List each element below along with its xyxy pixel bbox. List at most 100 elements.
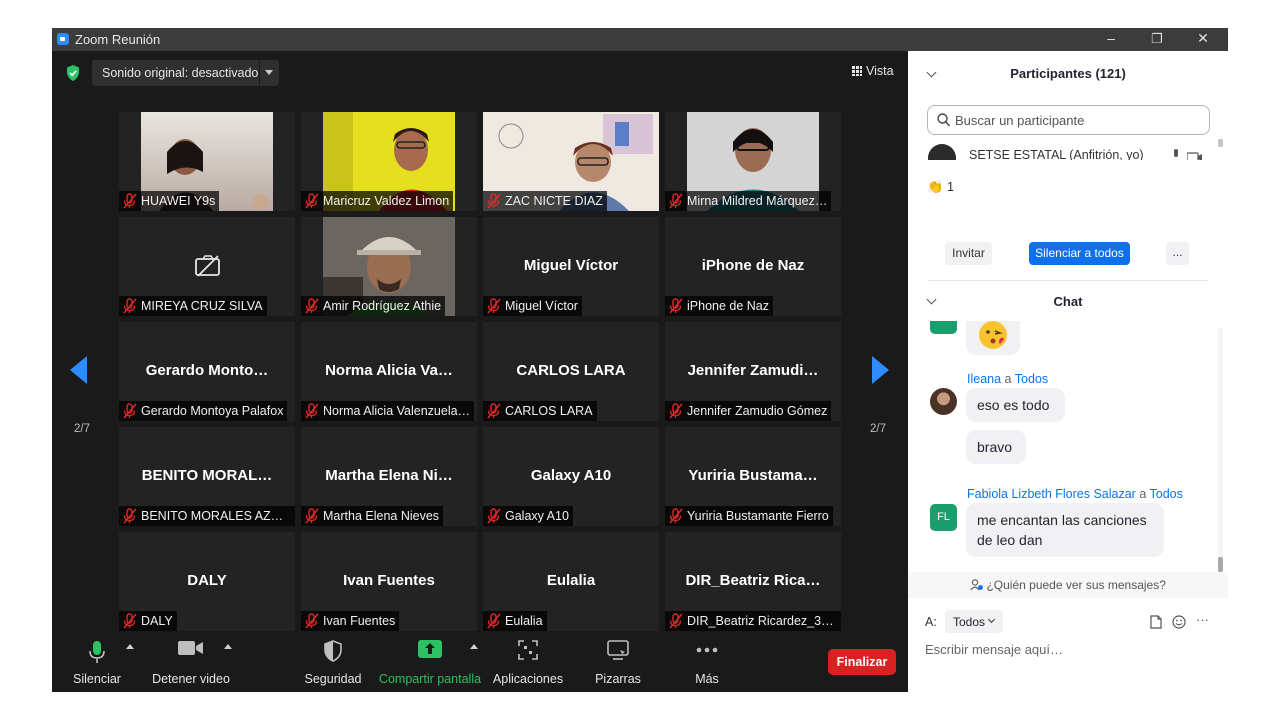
share-options-chevron-icon[interactable] xyxy=(470,644,478,649)
participant-name-label: Amir Rodríguez Athie xyxy=(301,296,446,316)
muted-mic-icon xyxy=(487,296,503,316)
restore-button[interactable]: ❐ xyxy=(1134,28,1180,51)
participant-tile[interactable]: Mirna Mildred Márquez… xyxy=(665,112,841,211)
participants-scrollbar[interactable] xyxy=(1218,139,1223,147)
participant-tile[interactable]: Jennifer Zamudi… Jennifer Zamudio Gómez xyxy=(665,322,841,421)
page-indicator-left: 2/7 xyxy=(74,423,90,435)
avatar xyxy=(930,321,957,334)
avatar xyxy=(928,144,956,160)
participant-tile[interactable]: Gerardo Monto… Gerardo Montoya Palafox xyxy=(119,322,295,421)
video-options-chevron-icon[interactable] xyxy=(224,644,232,649)
view-button[interactable]: Vista xyxy=(852,64,894,78)
participants-more-button[interactable]: ... xyxy=(1166,242,1189,265)
participant-display-name: DALY xyxy=(187,572,227,589)
participant-tile[interactable]: MIREYA CRUZ SILVA xyxy=(119,217,295,316)
participant-tile[interactable]: Yuriria Bustama… Yuriria Bustamante Fier… xyxy=(665,427,841,526)
video-camera-icon xyxy=(178,640,204,659)
participant-tile[interactable]: Norma Alicia Va… Norma Alicia Valenzuela… xyxy=(301,322,477,421)
participant-tile[interactable]: BENITO MORAL… BENITO MORALES AZA… xyxy=(119,427,295,526)
apps-label: Aplicaciones xyxy=(492,672,564,686)
share-screen-label: Compartir pantalla xyxy=(378,672,482,686)
invite-button[interactable]: Invitar xyxy=(945,242,992,265)
muted-mic-icon xyxy=(123,506,139,526)
security-button[interactable]: Seguridad xyxy=(302,632,364,692)
muted-mic-icon xyxy=(487,611,503,631)
participant-name-label: HUAWEI Y9s xyxy=(119,191,220,211)
participant-tile[interactable]: HUAWEI Y9s xyxy=(119,112,295,211)
chevron-down-icon xyxy=(987,615,996,624)
participant-tile[interactable]: Galaxy A10 Galaxy A10 xyxy=(483,427,659,526)
participant-row-host[interactable]: SETSE ESTATAL (Anfitrión, yo) xyxy=(928,144,1208,160)
who-can-see-messages[interactable]: ¿Quién puede ver sus mensajes? xyxy=(908,572,1228,598)
stop-video-button[interactable]: Detener video xyxy=(148,632,234,692)
view-label: Vista xyxy=(866,64,894,78)
participant-tile[interactable]: Miguel Víctor Miguel Víctor xyxy=(483,217,659,316)
participant-name-label: Gerardo Montoya Palafox xyxy=(119,401,288,421)
mute-button[interactable]: Silenciar xyxy=(66,632,128,692)
muted-mic-icon xyxy=(669,401,685,421)
person-lock-icon xyxy=(970,578,986,592)
mute-label: Silenciar xyxy=(73,672,121,686)
muted-mic-icon xyxy=(669,296,685,316)
chat-message-input[interactable]: Escribir mensaje aquí… xyxy=(925,642,1063,657)
emoji-icon[interactable] xyxy=(1172,615,1186,634)
share-screen-button[interactable]: Compartir pantalla xyxy=(378,632,482,692)
participant-display-name: Gerardo Monto… xyxy=(145,362,269,379)
compose-more-icon[interactable]: ··· xyxy=(1196,612,1209,627)
stop-video-label: Detener video xyxy=(152,672,230,686)
participant-tile[interactable]: Amir Rodríguez Athie xyxy=(301,217,477,316)
end-meeting-button[interactable]: Finalizar xyxy=(828,649,896,675)
participant-tile[interactable]: Ivan Fuentes Ivan Fuentes xyxy=(301,532,477,631)
chevron-down-icon[interactable] xyxy=(265,70,273,75)
next-page-arrow-icon[interactable] xyxy=(872,356,889,384)
whiteboards-label: Pizarras xyxy=(595,672,641,686)
close-button[interactable]: ✕ xyxy=(1180,28,1226,51)
muted-mic-icon xyxy=(487,191,503,211)
participant-tile[interactable]: DIR_Beatriz Rica… DIR_Beatriz Ricardez_3… xyxy=(665,532,841,631)
original-sound-toggle[interactable]: Sonido original: desactivado xyxy=(92,60,279,86)
host-name: SETSE ESTATAL (Anfitrión, yo) xyxy=(969,148,1144,160)
participant-display-name: BENITO MORAL… xyxy=(141,467,273,484)
participant-tile[interactable]: Martha Elena Ni… Martha Elena Nieves xyxy=(301,427,477,526)
participant-name-label: Ivan Fuentes xyxy=(301,611,400,631)
recipient-select[interactable]: Todos xyxy=(945,610,1003,633)
encryption-shield-icon[interactable] xyxy=(66,65,80,86)
apps-button[interactable]: Aplicaciones xyxy=(492,632,564,692)
whiteboards-button[interactable]: Pizarras xyxy=(590,632,646,692)
file-icon[interactable] xyxy=(1150,615,1162,634)
window-title: Zoom Reunión xyxy=(75,32,161,47)
participant-name-label: Galaxy A10 xyxy=(483,506,573,526)
participants-title: Participantes (121) xyxy=(1010,66,1126,81)
chat-scrollbar-thumb[interactable] xyxy=(1218,557,1223,572)
video-area: Sonido original: desactivado Vista 2/7 2… xyxy=(52,51,908,692)
minimize-button[interactable]: – xyxy=(1088,28,1134,51)
meeting-toolbar: Silenciar Detener video Seguridad Compar… xyxy=(52,632,908,692)
more-button[interactable]: Más xyxy=(682,632,732,692)
participant-name-label: Maricruz Valdez Limon xyxy=(301,191,454,211)
title-bar: Zoom Reunión – ❐ ✕ xyxy=(52,28,1228,51)
search-icon xyxy=(937,113,951,132)
participant-tile[interactable]: DALY DALY xyxy=(119,532,295,631)
participant-tile[interactable]: ZAC NICTE DIAZ xyxy=(483,112,659,211)
security-shield-icon xyxy=(324,640,342,665)
audio-options-chevron-icon[interactable] xyxy=(126,644,134,649)
chat-sender: Ileana a Todos xyxy=(967,372,1049,386)
chat-scrollbar-track[interactable] xyxy=(1218,328,1223,572)
muted-mic-icon xyxy=(305,611,321,631)
participant-tile[interactable]: iPhone de Naz iPhone de Naz xyxy=(665,217,841,316)
muted-mic-icon xyxy=(123,191,139,211)
participant-tile[interactable]: CARLOS LARA CARLOS LARA xyxy=(483,322,659,421)
participant-tile[interactable]: Eulalia Eulalia xyxy=(483,532,659,631)
mute-all-button[interactable]: Silenciar a todos xyxy=(1029,242,1130,265)
participant-display-name: Norma Alicia Va… xyxy=(325,362,453,379)
muted-mic-icon xyxy=(305,401,321,421)
whiteboard-icon xyxy=(607,640,629,663)
participant-search-input[interactable]: Buscar un participante xyxy=(927,105,1210,135)
gallery-grid: HUAWEI Y9s Maricruz Valdez Limon ZAC NIC… xyxy=(119,112,841,632)
chat-sender: Fabiola Lizbeth Flores Salazar a Todos xyxy=(967,487,1183,501)
prev-page-arrow-icon[interactable] xyxy=(70,356,87,384)
recipient-value: Todos xyxy=(953,615,986,629)
participant-tile[interactable]: Maricruz Valdez Limon xyxy=(301,112,477,211)
participant-display-name: CARLOS LARA xyxy=(516,362,626,379)
participant-name-label: Yuriria Bustamante Fierro xyxy=(665,506,833,526)
